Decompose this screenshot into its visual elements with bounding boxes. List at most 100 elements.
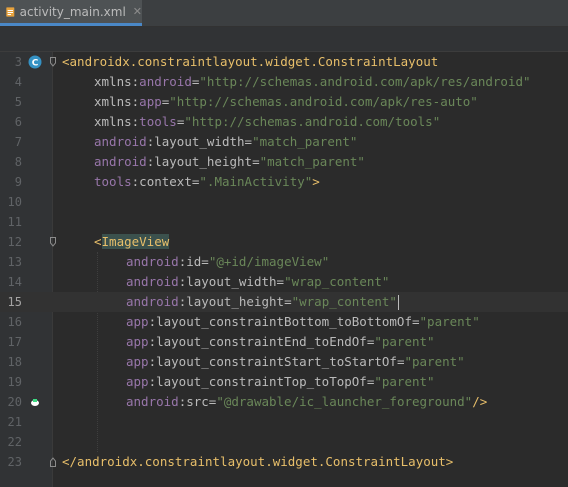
tag-close: >	[312, 174, 320, 189]
imageview-open-tag: <ImageView	[94, 232, 170, 252]
attr-prefix: tools	[94, 174, 132, 189]
attr-name: layout_constraintBottom_toBottomOf	[156, 314, 412, 329]
code-line: 10	[0, 192, 568, 212]
fold-end-marker-icon[interactable]	[50, 457, 56, 467]
line-number: 22	[7, 435, 22, 449]
attribute: app:layout_constraintTop_toTopOf="parent…	[126, 372, 435, 392]
attr-equals: =	[276, 274, 285, 289]
code-line: 21	[0, 412, 568, 432]
text-caret	[397, 295, 399, 310]
attr-value: "http://schemas.android.com/tools"	[184, 114, 441, 129]
attr-prefix: android	[126, 394, 179, 409]
line-number: 14	[7, 275, 22, 289]
attr-value: "parent"	[374, 334, 435, 349]
line-number: 8	[14, 155, 22, 169]
attr-prefix: xmlns	[94, 74, 132, 89]
attr-prefix: app	[126, 314, 149, 329]
line-number: 21	[7, 415, 22, 429]
attr-name: layout_width	[186, 274, 277, 289]
attribute: tools:context=".MainActivity">	[94, 172, 320, 192]
code-line: 11	[0, 212, 568, 232]
line-number: 17	[7, 335, 22, 349]
code-line: 20 android:src="@drawable/ic_launcher_fo…	[0, 392, 568, 412]
attr-prefix: xmlns	[94, 94, 132, 109]
attr-equals: =	[284, 294, 292, 309]
attr-prefix: app	[126, 334, 149, 349]
line-number: 16	[7, 315, 22, 329]
attr-name: layout_width	[154, 134, 245, 149]
attr-equals: =	[411, 314, 420, 329]
editor-breadcrumb-bar	[0, 27, 568, 52]
line-number: 20	[7, 395, 22, 409]
tag-name-imageview: ImageView	[101, 234, 170, 249]
attr-name: context	[139, 174, 192, 189]
close-tab-icon[interactable]: ✕	[133, 5, 142, 18]
attribute: android:layout_height="wrap_content"	[126, 292, 399, 312]
code-editor[interactable]: 3 C <androidx.constraintlayout.widget.Co…	[0, 52, 568, 487]
fold-marker-icon[interactable]	[50, 57, 56, 67]
line-number: 18	[7, 355, 22, 369]
attr-name: src	[186, 394, 209, 409]
attribute: app:layout_constraintEnd_toEndOf="parent…	[126, 332, 435, 352]
code-line: 17 app:layout_constraintEnd_toEndOf="par…	[0, 332, 568, 352]
attribute: xmlns:app="http://schemas.android.com/ap…	[94, 92, 478, 112]
fold-marker-icon[interactable]	[50, 237, 56, 247]
code-line: 12 <ImageView	[0, 232, 568, 252]
current-code-line: 15 android:layout_height="wrap_content"	[0, 292, 568, 312]
line-number: 19	[7, 375, 22, 389]
editor-tab-bar: activity_main.xml ✕	[0, 0, 568, 27]
xml-file-icon	[6, 6, 15, 17]
attribute: android:src="@drawable/ic_launcher_foreg…	[126, 392, 487, 412]
line-number: 10	[7, 195, 22, 209]
attr-value: "parent"	[404, 354, 465, 369]
attribute: xmlns:tools="http://schemas.android.com/…	[94, 112, 440, 132]
line-number: 15	[7, 295, 22, 309]
line-number: 13	[7, 255, 22, 269]
attr-value: "wrap_content"	[284, 274, 390, 289]
code-line: 4 xmlns:android="http://schemas.android.…	[0, 72, 568, 92]
attr-name: tools	[139, 114, 177, 129]
attr-value: ".MainActivity"	[199, 174, 313, 189]
attr-value: "http://schemas.android.com/apk/res-auto…	[169, 94, 478, 109]
tag-self-close: />	[472, 394, 488, 409]
class-indicator-icon[interactable]: C	[28, 55, 42, 69]
attr-value: "parent"	[419, 314, 480, 329]
attr-colon: :	[148, 314, 157, 329]
attr-equals: =	[201, 254, 209, 269]
line-number: 4	[14, 75, 22, 89]
line-number: 6	[14, 115, 22, 129]
attr-value: "http://schemas.android.com/apk/res/andr…	[199, 74, 531, 89]
attr-prefix: android	[126, 294, 179, 309]
attr-name: layout_constraintEnd_toEndOf	[156, 334, 367, 349]
attr-name: layout_constraintStart_toStartOf	[156, 354, 397, 369]
image-preview-icon[interactable]	[30, 396, 40, 408]
code-line: 23 </androidx.constraintlayout.widget.Co…	[0, 452, 568, 472]
attr-value: "@+id/imageView"	[208, 254, 330, 269]
line-number: 23	[7, 455, 22, 469]
attr-value: "match_parent"	[252, 134, 358, 149]
attr-colon: :	[148, 374, 157, 389]
attr-equals: =	[252, 154, 260, 169]
attr-value: "@drawable/ic_launcher_foreground"	[216, 394, 473, 409]
attr-prefix: xmlns	[94, 114, 132, 129]
root-close-tag: </androidx.constraintlayout.widget.Const…	[62, 454, 454, 469]
line-number: 5	[14, 95, 22, 109]
attr-name: layout_height	[186, 294, 285, 309]
attr-colon: :	[148, 354, 157, 369]
tab-filename: activity_main.xml	[19, 4, 126, 19]
code-line: 13 android:id="@+id/imageView"	[0, 252, 568, 272]
tab-activity-main-xml[interactable]: activity_main.xml ✕	[0, 0, 142, 26]
code-line: 6 xmlns:tools="http://schemas.android.co…	[0, 112, 568, 132]
code-line: 3 C <androidx.constraintlayout.widget.Co…	[0, 52, 568, 72]
attr-value: "parent"	[374, 374, 435, 389]
attr-name: layout_constraintTop_toTopOf	[156, 374, 367, 389]
attr-name: app	[139, 94, 162, 109]
code-line: 14 android:layout_width="wrap_content"	[0, 272, 568, 292]
code-line: 22	[0, 432, 568, 452]
attribute: android:layout_height="match_parent"	[94, 152, 365, 172]
code-line: 9 tools:context=".MainActivity">	[0, 172, 568, 192]
line-number: 7	[14, 135, 22, 149]
code-line: 19 app:layout_constraintTop_toTopOf="par…	[0, 372, 568, 392]
line-number: 11	[7, 215, 22, 229]
attr-name: android	[139, 74, 192, 89]
